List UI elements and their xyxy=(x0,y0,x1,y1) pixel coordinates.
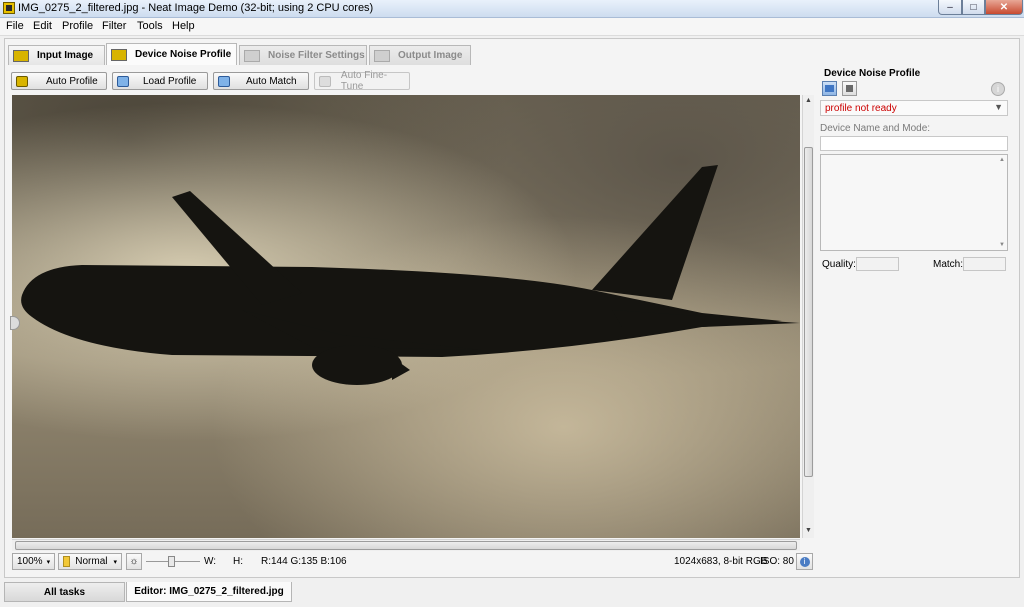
app-icon xyxy=(3,2,15,14)
folder-open-icon xyxy=(825,85,834,92)
profile-status-text: profile not ready xyxy=(825,103,897,114)
open-profile-button[interactable] xyxy=(822,81,837,96)
editor-tab-label: Editor: IMG_0275_2_filtered.jpg xyxy=(134,586,284,597)
menu-profile[interactable]: Profile xyxy=(62,20,93,32)
close-icon: ✕ xyxy=(999,1,1009,13)
zoom-select[interactable]: 100% ▾ xyxy=(12,553,55,570)
profile-notes-box[interactable]: ▲ ▼ xyxy=(820,154,1008,251)
menu-edit[interactable]: Edit xyxy=(33,20,52,32)
rgb-readout: R:144 G:135 B:106 xyxy=(261,556,347,567)
height-readout: H: xyxy=(233,556,243,567)
title-bar: IMG_0275_2_filtered.jpg - Neat Image Dem… xyxy=(0,0,1024,18)
view-mode-select[interactable]: Normal ▾ xyxy=(58,553,122,570)
output-image-icon xyxy=(374,49,390,62)
load-profile-button[interactable]: Load Profile xyxy=(112,72,208,90)
auto-profile-icon xyxy=(16,75,28,87)
quality-label: Quality: xyxy=(822,259,856,270)
tab-noise-filter-settings[interactable]: Noise Filter Settings xyxy=(239,45,367,65)
minimize-icon: – xyxy=(947,1,953,13)
profile-status-select[interactable]: profile not ready ▼ xyxy=(820,100,1008,116)
folder-open-icon xyxy=(117,75,129,87)
image-info: 1024x683, 8-bit RGB xyxy=(674,556,768,567)
brightness-button[interactable]: ☼ xyxy=(126,553,142,570)
menu-help[interactable]: Help xyxy=(172,20,195,32)
info-icon: i xyxy=(799,556,810,567)
noise-filter-icon xyxy=(244,49,260,62)
horizontal-scroll-thumb[interactable] xyxy=(15,541,797,550)
tab-label: Output Image xyxy=(398,50,463,61)
sun-icon: ☼ xyxy=(129,556,139,567)
save-icon xyxy=(846,85,853,92)
input-image-icon xyxy=(13,49,29,62)
tab-label: Input Image xyxy=(37,50,94,61)
fine-tune-icon xyxy=(319,75,331,87)
menu-file[interactable]: File xyxy=(6,20,24,32)
match-label: Match: xyxy=(933,259,964,270)
tab-device-noise-profile[interactable]: Device Noise Profile xyxy=(106,43,237,65)
auto-fine-tune-button[interactable]: Auto Fine-Tune xyxy=(314,70,410,92)
match-field xyxy=(963,257,1006,271)
auto-profile-button[interactable]: Auto Profile xyxy=(11,72,107,90)
width-readout: W: xyxy=(204,556,217,567)
folder-icon xyxy=(63,556,71,567)
tab-label: Device Noise Profile xyxy=(135,49,232,60)
profile-panel: Device Noise Profile i profile not ready… xyxy=(816,65,1011,275)
minimize-button[interactable]: – xyxy=(938,0,962,15)
scroll-up-icon[interactable]: ▲ xyxy=(805,97,812,104)
auto-match-label: Auto Match xyxy=(246,75,297,87)
auto-match-icon xyxy=(218,75,230,87)
tab-label: Noise Filter Settings xyxy=(268,50,365,61)
maximize-button[interactable]: □ xyxy=(962,0,985,15)
auto-profile-label: Auto Profile xyxy=(46,75,98,87)
tab-output-image[interactable]: Output Image xyxy=(369,45,471,65)
brightness-slider-handle[interactable] xyxy=(168,556,175,567)
maximize-icon: □ xyxy=(970,1,977,13)
scroll-up-icon[interactable]: ▲ xyxy=(999,157,1005,163)
image-viewport[interactable] xyxy=(12,95,800,538)
tab-editor[interactable]: Editor: IMG_0275_2_filtered.jpg xyxy=(126,582,292,602)
vertical-scrollbar[interactable]: ▲ ▼ xyxy=(802,95,814,538)
load-profile-label: Load Profile xyxy=(143,75,197,87)
auto-match-button[interactable]: Auto Match xyxy=(213,72,309,90)
scroll-down-icon[interactable]: ▼ xyxy=(805,527,812,534)
airplane-photo xyxy=(21,165,800,385)
status-bar: 100% ▾ Normal ▾ ☼ W: H: R:144 G:135 B:10… xyxy=(10,553,815,571)
menu-bar: File Edit Profile Filter Tools Help xyxy=(0,18,1024,36)
device-noise-profile-icon xyxy=(111,48,127,61)
profile-info-icon[interactable]: i xyxy=(991,82,1005,96)
auto-fine-tune-label: Auto Fine-Tune xyxy=(340,70,388,92)
device-name-label: Device Name and Mode: xyxy=(820,123,931,134)
tab-input-image[interactable]: Input Image xyxy=(8,45,105,65)
all-tasks-label: All tasks xyxy=(43,586,86,598)
vertical-scroll-thumb[interactable] xyxy=(804,147,813,477)
chevron-down-icon: ▾ xyxy=(113,558,117,566)
menu-filter[interactable]: Filter xyxy=(102,20,126,32)
quality-field xyxy=(856,257,899,271)
chevron-down-icon: ▼ xyxy=(994,102,1003,112)
zoom-value: 100% xyxy=(17,556,43,567)
menu-tools[interactable]: Tools xyxy=(137,20,163,32)
device-name-field[interactable] xyxy=(820,136,1008,151)
view-mode-value: Normal xyxy=(75,556,108,567)
info-button[interactable]: i xyxy=(796,553,813,570)
window-title: IMG_0275_2_filtered.jpg - Neat Image Dem… xyxy=(18,2,374,14)
iso-readout: ISO: 80 xyxy=(760,556,794,567)
chevron-down-icon: ▾ xyxy=(46,558,51,566)
tab-all-tasks[interactable]: All tasks xyxy=(4,582,125,602)
horizontal-scrollbar[interactable] xyxy=(12,539,800,551)
profile-panel-title: Device Noise Profile xyxy=(824,68,921,79)
scroll-down-icon[interactable]: ▼ xyxy=(999,242,1005,248)
save-profile-button[interactable] xyxy=(842,81,857,96)
close-button[interactable]: ✕ xyxy=(985,0,1023,15)
